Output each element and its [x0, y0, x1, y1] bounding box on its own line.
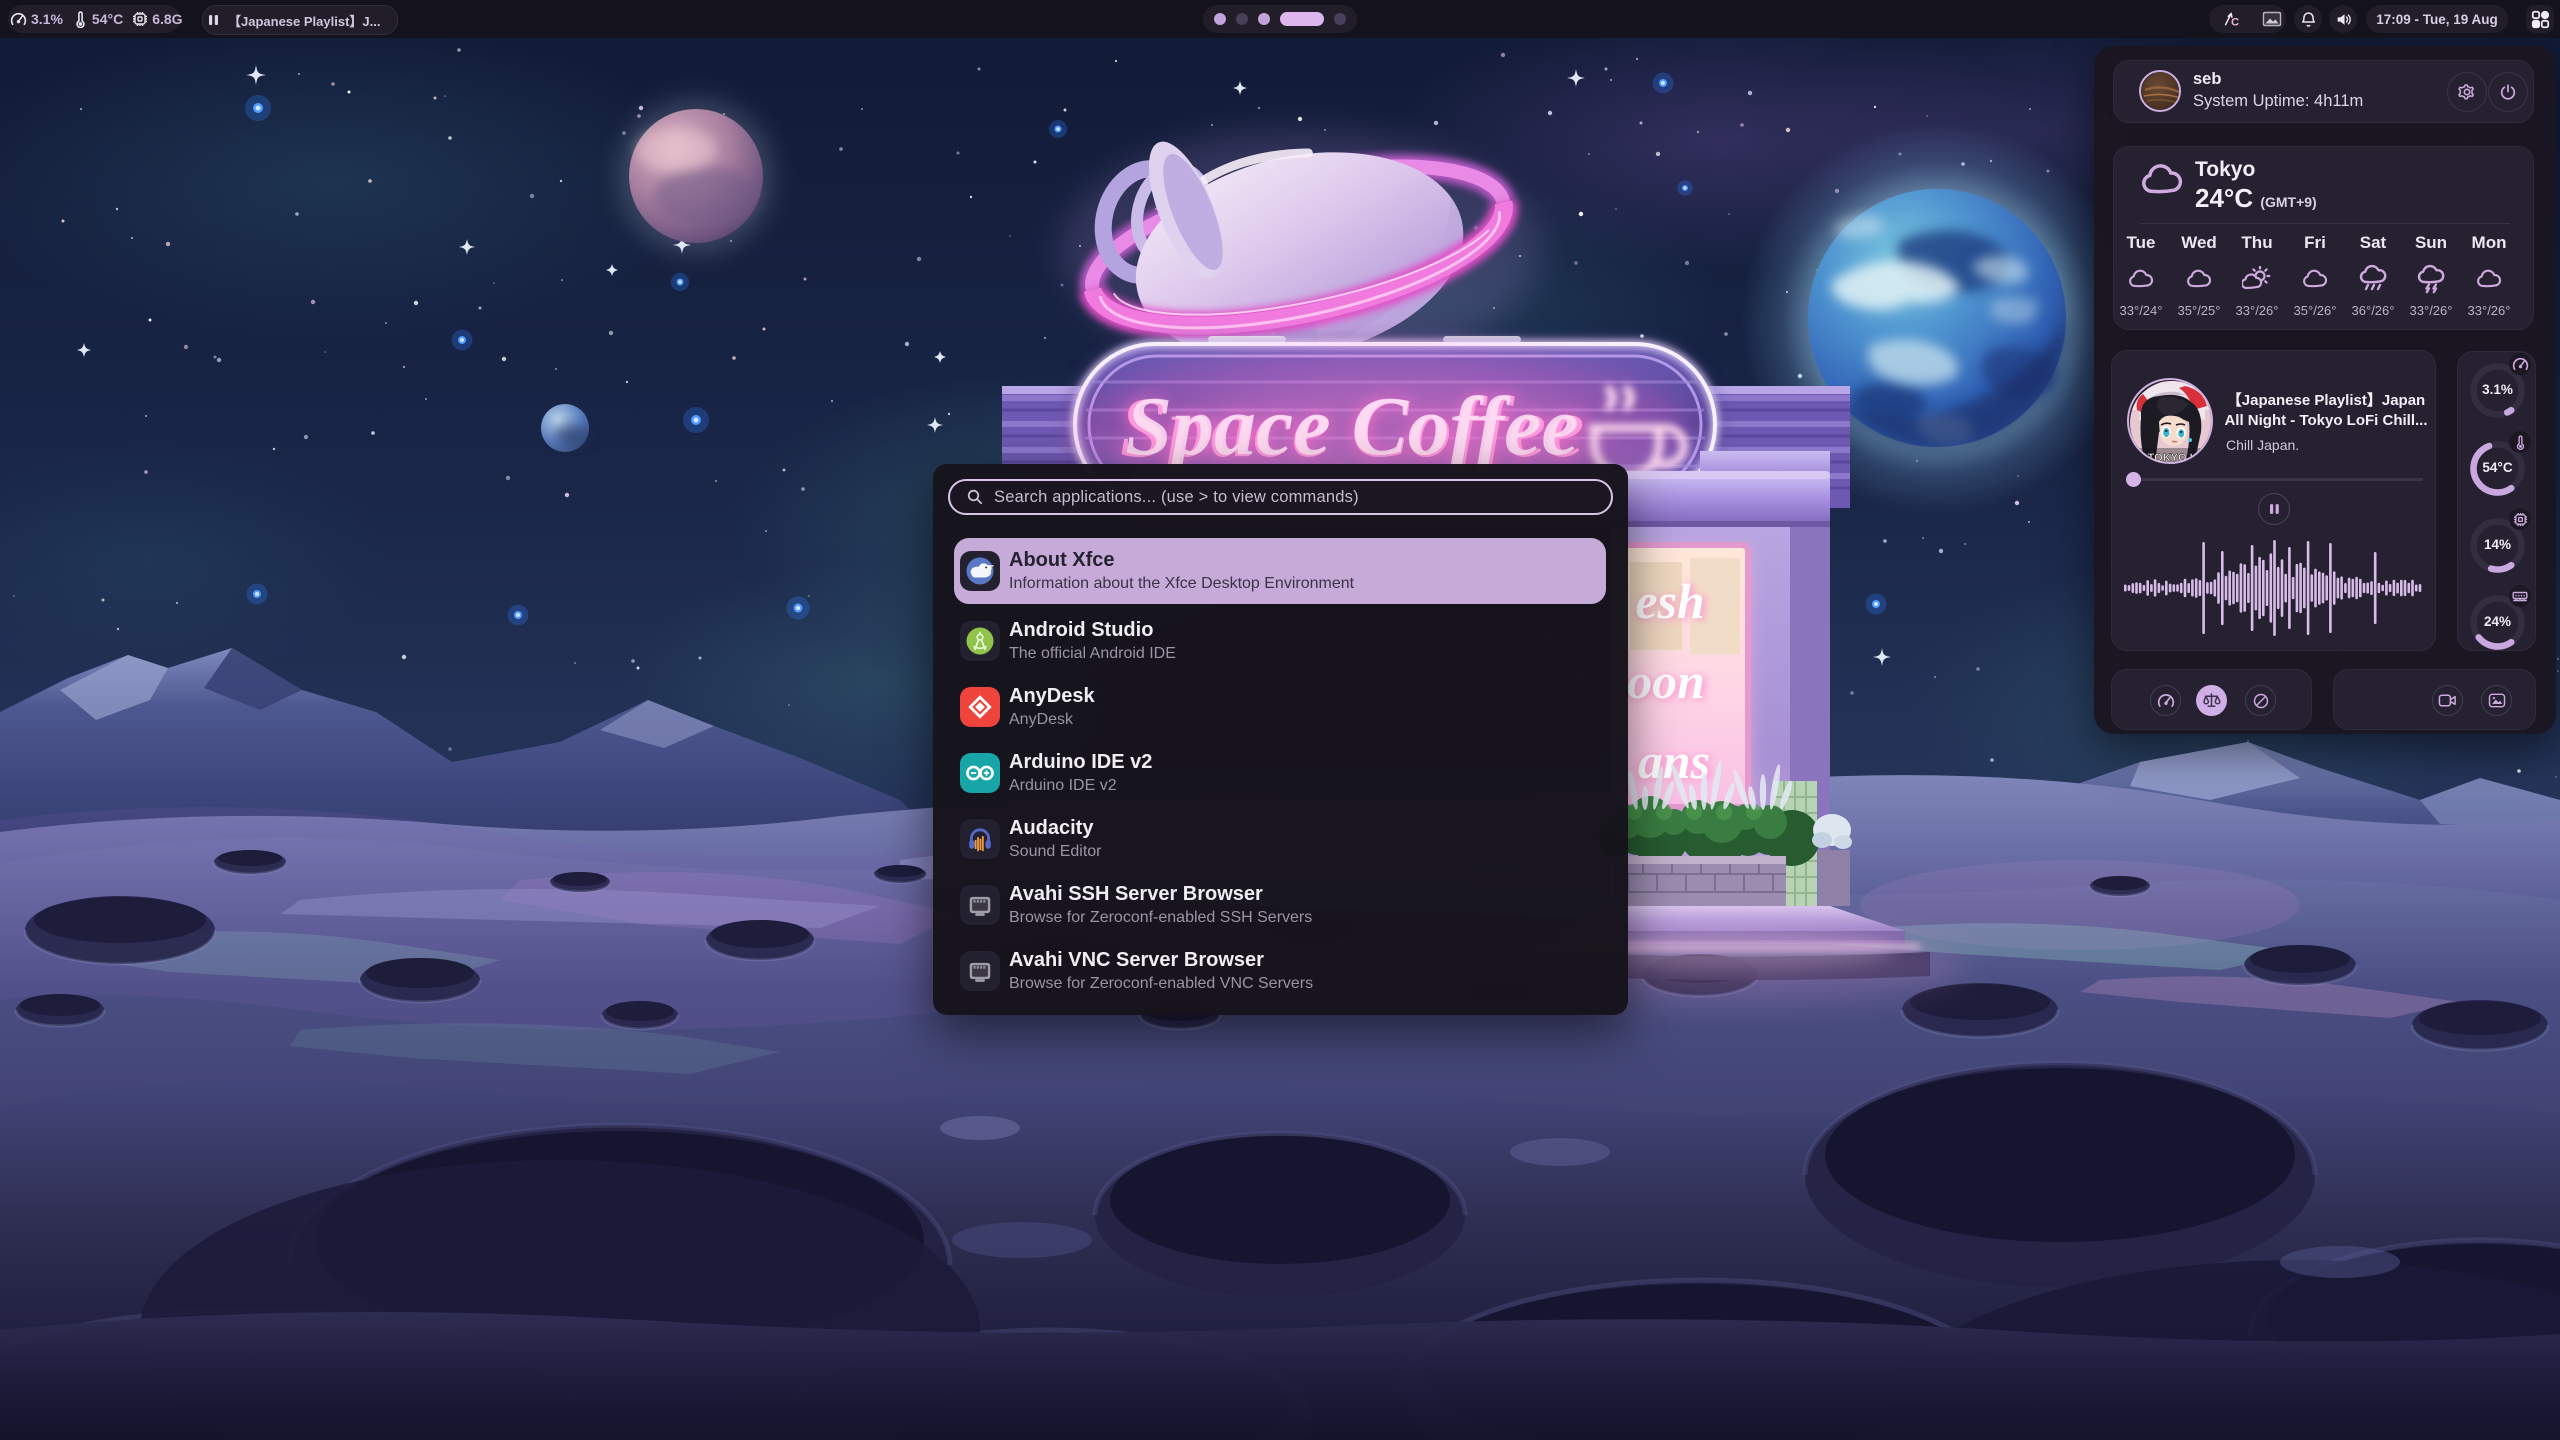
svg-text:ans: ans	[1638, 733, 1710, 789]
svg-text:Space Coffee: Space Coffee	[1125, 380, 1578, 473]
svg-text:TOKYO L: TOKYO L	[2148, 452, 2197, 464]
svg-text:C: C	[2231, 17, 2239, 28]
svg-text:oon: oon	[1627, 653, 1705, 709]
svg-text:esh: esh	[1635, 573, 1704, 629]
